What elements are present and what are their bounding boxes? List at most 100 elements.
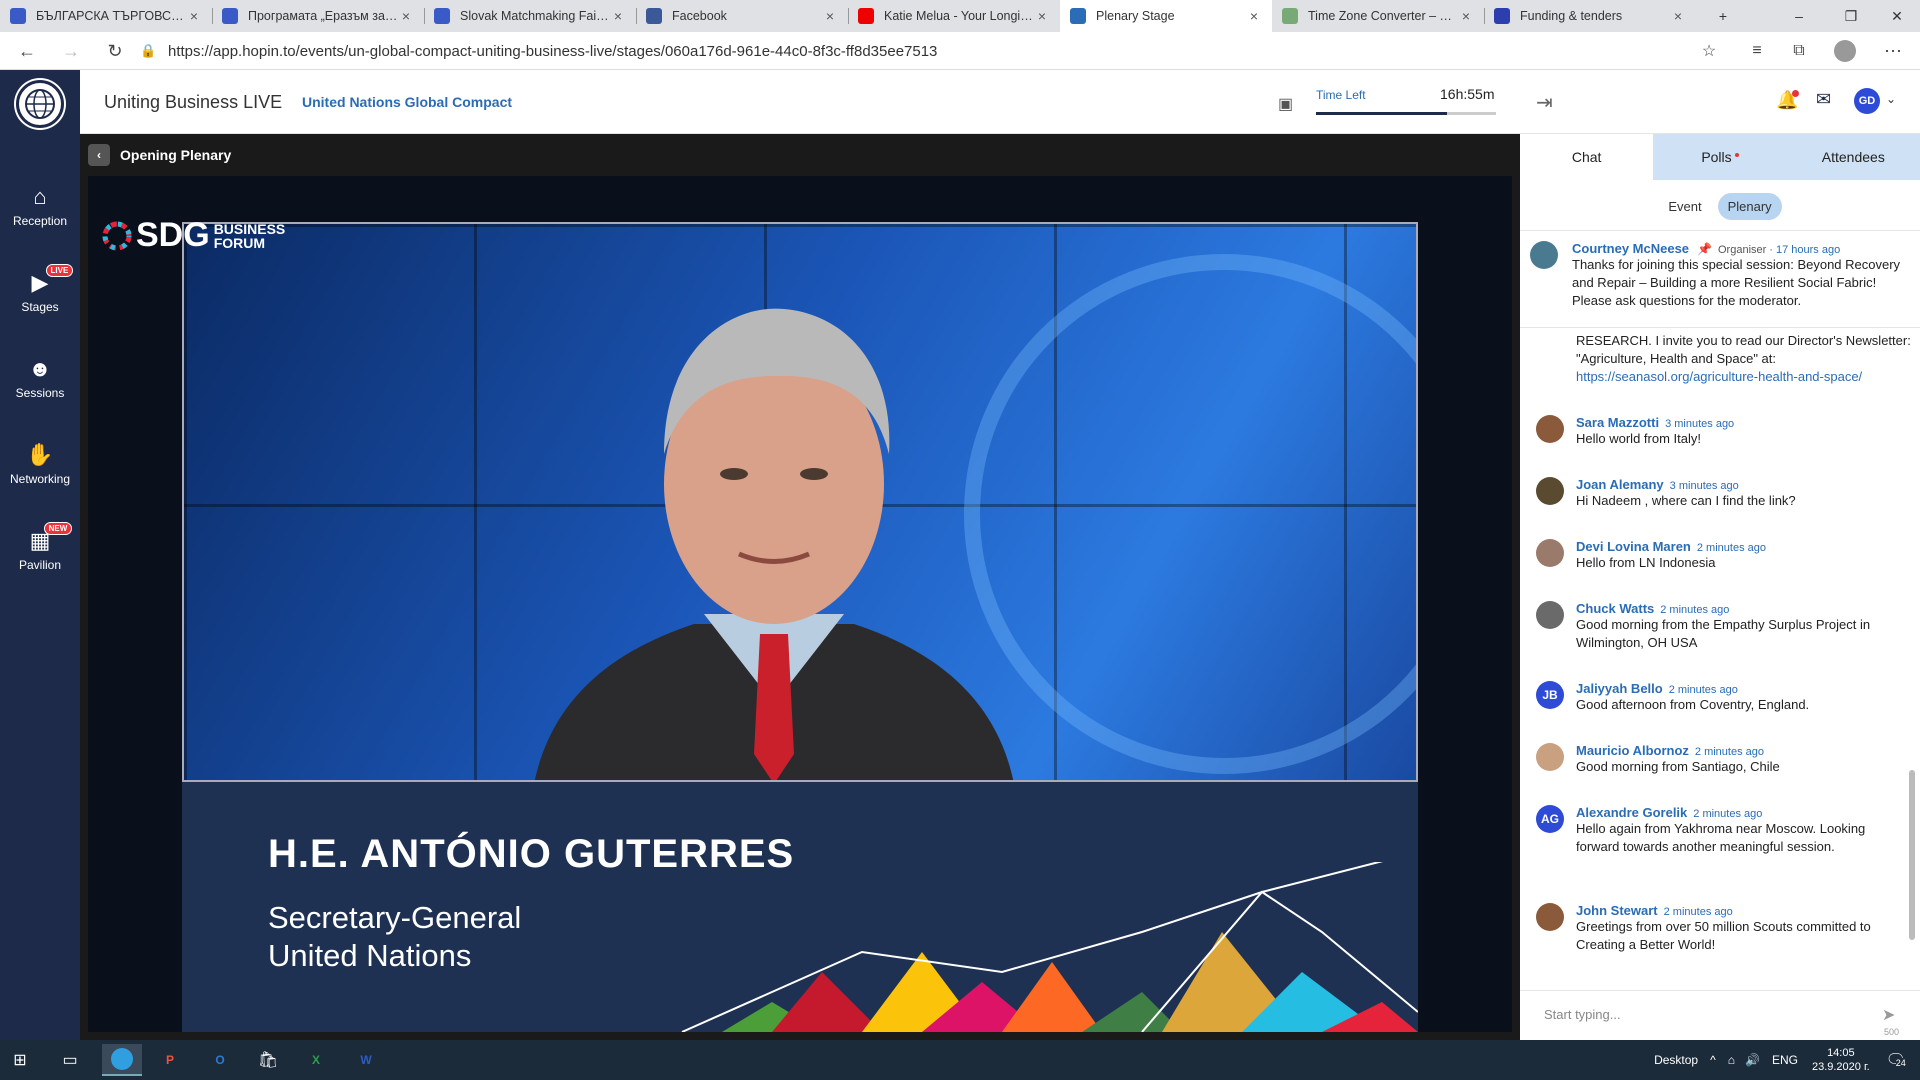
browser-tab[interactable]: Plenary Stage × [1060, 0, 1272, 32]
collections-icon[interactable]: ⧉ [1784, 36, 1814, 66]
close-tab-icon[interactable]: × [1670, 8, 1686, 24]
browser-tab-title: Time Zone Converter – Time Difference [1308, 9, 1458, 23]
input-language[interactable]: ENG [1772, 1053, 1798, 1067]
message-author[interactable]: Sara Mazzotti [1576, 415, 1659, 430]
action-center-icon[interactable]: 🗨24 [1886, 1050, 1906, 1070]
message-avatar[interactable]: JB [1536, 681, 1564, 709]
close-tab-icon[interactable]: × [1034, 8, 1050, 24]
url-field[interactable]: 🔒 https://app.hopin.to/events/un-global-… [140, 36, 1720, 66]
message-avatar[interactable] [1536, 601, 1564, 629]
segment-event[interactable]: Event [1658, 193, 1711, 220]
message-author[interactable]: John Stewart [1576, 903, 1658, 918]
browser-tab[interactable]: БЪЛГАРСКА ТЪРГОВСКО-ПРОМИШЛЕНА× [0, 0, 212, 32]
task-view-icon[interactable]: ▭ [50, 1044, 90, 1076]
message-author[interactable]: Chuck Watts [1576, 601, 1654, 616]
close-tab-icon[interactable]: × [186, 8, 202, 24]
clock[interactable]: 14:05 23.9.2020 г. [1812, 1046, 1870, 1074]
un-global-compact-logo[interactable] [16, 80, 64, 128]
close-tab-icon[interactable]: × [822, 8, 838, 24]
sidebar-item-pavilion[interactable]: ▦ NEW Pavilion [0, 510, 80, 590]
chat-scrollbar-thumb[interactable] [1909, 770, 1915, 940]
organiser-avatar[interactable] [1530, 241, 1558, 269]
close-tab-icon[interactable]: × [610, 8, 626, 24]
browser-tab[interactable]: Time Zone Converter – Time Difference× [1272, 0, 1484, 32]
outlook-icon[interactable]: O [200, 1044, 240, 1076]
calendar-icon[interactable]: ▣ [1278, 94, 1293, 114]
browser-tab[interactable]: Katie Melua - Your Longing × [848, 0, 1060, 32]
event-header: Uniting Business LIVE United Nations Glo… [80, 70, 1520, 134]
message-avatar[interactable] [1536, 415, 1564, 443]
sidebar-item-reception[interactable]: ⌂ Reception [0, 166, 80, 246]
profile-icon[interactable] [1830, 36, 1860, 66]
exit-icon[interactable]: ⇥ [1536, 90, 1553, 115]
message-text: Good morning from the Empathy Surplus Pr… [1576, 617, 1871, 650]
chat-input[interactable]: Start typing... [1544, 1007, 1621, 1022]
message-avatar[interactable] [1536, 477, 1564, 505]
sidebar-item-stages[interactable]: ▶ LIVE Stages [0, 252, 80, 332]
new-tab-icon[interactable]: + [1700, 0, 1746, 32]
video-player[interactable]: SDG BUSINESS FORUM H.E. ANTÓNIO GUTERRES … [88, 176, 1512, 1032]
excel-icon[interactable]: X [296, 1044, 336, 1076]
sidebar-item-label: Networking [9, 472, 71, 486]
message-body: Chuck Watts 2 minutes ago Good morning fro… [1576, 601, 1896, 652]
tab-polls[interactable]: Polls [1653, 134, 1787, 180]
desktop-toolbar-label[interactable]: Desktop [1654, 1053, 1698, 1067]
browser-tab[interactable]: Програмата „Еразъм за млади× [212, 0, 424, 32]
word-icon[interactable]: W [346, 1044, 386, 1076]
tray-chevron-icon[interactable]: ^ [1710, 1053, 1716, 1067]
event-sidebar: ⌂ Reception ▶ LIVE Stages ☻ Sessions ✋ Networkin… [0, 70, 80, 1040]
minimize-icon[interactable]: – [1776, 0, 1822, 32]
back-chevron-icon[interactable]: ‹ [88, 144, 110, 166]
restore-icon[interactable]: ❐ [1828, 0, 1874, 32]
volume-icon[interactable]: 🔊 [1745, 1053, 1760, 1067]
close-tab-icon[interactable]: × [1246, 8, 1262, 24]
partial-message-link[interactable]: https://seanasol.org/agriculture-health-… [1576, 368, 1920, 386]
pinned-author-name[interactable]: Courtney McNeese [1572, 241, 1689, 256]
send-icon[interactable]: ➤ [1882, 1005, 1895, 1025]
message-author[interactable]: Mauricio Albornoz [1576, 743, 1689, 758]
chevron-down-icon[interactable]: ⌄ [1886, 92, 1896, 106]
mail-icon[interactable]: ✉ [1816, 89, 1831, 110]
tab-chat[interactable]: Chat [1520, 134, 1654, 180]
message-avatar[interactable]: AG [1536, 805, 1564, 833]
edge-browser-icon[interactable] [102, 1044, 142, 1076]
windows-start-icon[interactable]: ⊞ [0, 1044, 40, 1076]
segment-plenary[interactable]: Plenary [1717, 192, 1782, 220]
youtube-icon [858, 8, 874, 24]
more-menu-icon[interactable]: ⋯ [1878, 36, 1908, 66]
event-name[interactable]: Uniting Business LIVE [104, 92, 282, 113]
forward-arrow-icon[interactable]: → [56, 36, 86, 66]
browser-tab[interactable]: Funding & tenders × [1484, 0, 1696, 32]
favorite-star-icon[interactable]: ☆ [1694, 36, 1724, 66]
browser-tab[interactable]: Slovak Matchmaking Fair 2020× [424, 0, 636, 32]
sdg-business-forum-logo: SDG BUSINESS FORUM [102, 216, 285, 255]
message-avatar[interactable] [1536, 743, 1564, 771]
message-avatar[interactable] [1536, 539, 1564, 567]
time-left-value: 16h:55m [1440, 86, 1495, 102]
close-window-icon[interactable]: ✕ [1874, 0, 1920, 32]
pinned-message: Courtney McNeese 📌 Organiser · 17 hours … [1520, 230, 1920, 328]
sidebar-item-networking[interactable]: ✋ Networking [0, 424, 80, 504]
message-author[interactable]: Joan Alemany [1576, 477, 1664, 492]
globe-icon [25, 89, 55, 119]
store-icon[interactable]: 🛍 [248, 1044, 288, 1076]
organizer-link[interactable]: United Nations Global Compact [302, 94, 512, 110]
browser-tab[interactable]: Facebook × [636, 0, 848, 32]
sidebar-item-sessions[interactable]: ☻ Sessions [0, 338, 80, 418]
message-avatar[interactable] [1536, 903, 1564, 931]
message-author[interactable]: Jaliyyah Bello [1576, 681, 1663, 696]
favorites-list-icon[interactable]: ≡ [1742, 36, 1772, 66]
user-avatar[interactable]: GD [1854, 88, 1880, 114]
browser-tab-title: БЪЛГАРСКА ТЪРГОВСКО-ПРОМИШЛЕНА [36, 9, 186, 23]
lower-third-caption: H.E. ANTÓNIO GUTERRES Secretary-General … [182, 782, 1418, 1032]
network-icon[interactable]: ⌂ [1728, 1053, 1735, 1067]
close-tab-icon[interactable]: × [398, 8, 414, 24]
chat-scrollbar[interactable] [1908, 332, 1916, 1002]
back-arrow-icon[interactable]: ← [12, 36, 42, 66]
message-author[interactable]: Devi Lovina Maren [1576, 539, 1691, 554]
powerpoint-icon[interactable]: P [150, 1044, 190, 1076]
refresh-icon[interactable]: ↻ [100, 36, 130, 66]
tab-attendees[interactable]: Attendees [1786, 134, 1920, 180]
message-author[interactable]: Alexandre Gorelik [1576, 805, 1687, 820]
close-tab-icon[interactable]: × [1458, 8, 1474, 24]
